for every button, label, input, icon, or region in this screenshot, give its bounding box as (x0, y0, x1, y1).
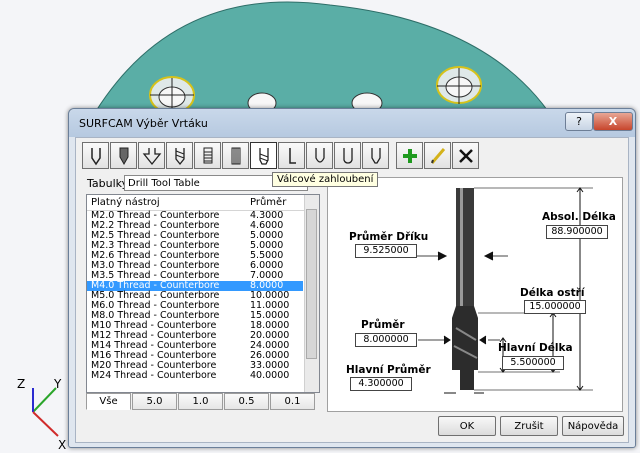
tooltip: Válcové zahloubení (272, 172, 379, 187)
table-row[interactable]: M24 Thread - Counterbore 40.0000 (87, 371, 303, 381)
flute-length-value: 15.000000 (524, 300, 586, 314)
filter-05-button[interactable]: 0.5 (224, 393, 269, 410)
delete-icon[interactable] (452, 142, 479, 169)
reamer-icon[interactable] (222, 142, 249, 169)
axis-z-label: Z (17, 377, 25, 391)
ball-end-icon[interactable] (306, 142, 333, 169)
list-scrollbar[interactable] (304, 195, 319, 392)
diameter-cell: 40.0000 (250, 370, 290, 381)
title-bar[interactable]: SURFCAM Výběr Vrtáku ? X (69, 109, 635, 137)
boring-bar-icon[interactable] (278, 142, 305, 169)
countersink-icon[interactable] (138, 142, 165, 169)
filter-all-button[interactable]: Vše (86, 393, 131, 410)
filter-5-button[interactable]: 5.0 (132, 393, 177, 410)
abs-length-value: 88.900000 (546, 225, 608, 239)
diameter-value: 8.000000 (355, 333, 417, 347)
bull-nose-icon[interactable] (334, 142, 361, 169)
main-length-value: 5.500000 (502, 356, 564, 370)
axis-x-label: X (58, 438, 66, 452)
spot-drill-icon[interactable] (110, 142, 137, 169)
edit-icon[interactable] (424, 142, 451, 169)
main-diameter-label: Hlavní Průměr (346, 364, 431, 376)
shank-diameter-label: Průměr Dříku (349, 231, 429, 243)
diameter-label: Průměr (361, 319, 405, 331)
shank-diameter-value: 9.525000 (355, 244, 417, 258)
ok-button[interactable]: OK (438, 416, 496, 436)
filter-01-button[interactable]: 0.1 (270, 393, 315, 410)
tool-name-cell: M24 Thread - Counterbore (91, 370, 217, 381)
abs-length-label: Absol. Délka (542, 211, 616, 223)
help-text-button[interactable]: Nápověda (562, 416, 624, 436)
tap-icon[interactable] (194, 142, 221, 169)
tool-list[interactable]: Platný nástroj Průměr M2.0 Thread - Coun… (86, 194, 320, 393)
add-icon[interactable] (396, 142, 423, 169)
main-diameter-value: 4.300000 (350, 377, 412, 391)
main-length-label: Hlavní Délka (498, 342, 573, 354)
chamfer-mill-icon[interactable] (362, 142, 389, 169)
dialog-title: SURFCAM Výběr Vrtáku (79, 117, 208, 130)
cancel-button[interactable]: Zrušit (500, 416, 558, 436)
drill-point-icon[interactable] (82, 142, 109, 169)
tool-diagram: Průměr Dříku 9.525000 Absol. Délka 88.90… (327, 177, 623, 412)
flute-length-label: Délka ostří (520, 287, 585, 299)
axis-y-label: Y (53, 377, 62, 391)
counterbore-icon[interactable] (250, 142, 277, 169)
scroll-thumb[interactable] (306, 209, 317, 359)
help-button[interactable]: ? (565, 112, 593, 131)
hole-shape (436, 66, 482, 104)
list-header[interactable]: Platný nástroj Průměr (87, 195, 319, 211)
close-button[interactable]: X (593, 112, 633, 131)
twist-drill-icon[interactable] (166, 142, 193, 169)
column-header-tool[interactable]: Platný nástroj (91, 195, 160, 210)
column-header-diameter[interactable]: Průměr (250, 195, 286, 210)
axis-triad (32, 387, 59, 437)
filter-1-button[interactable]: 1.0 (178, 393, 223, 410)
